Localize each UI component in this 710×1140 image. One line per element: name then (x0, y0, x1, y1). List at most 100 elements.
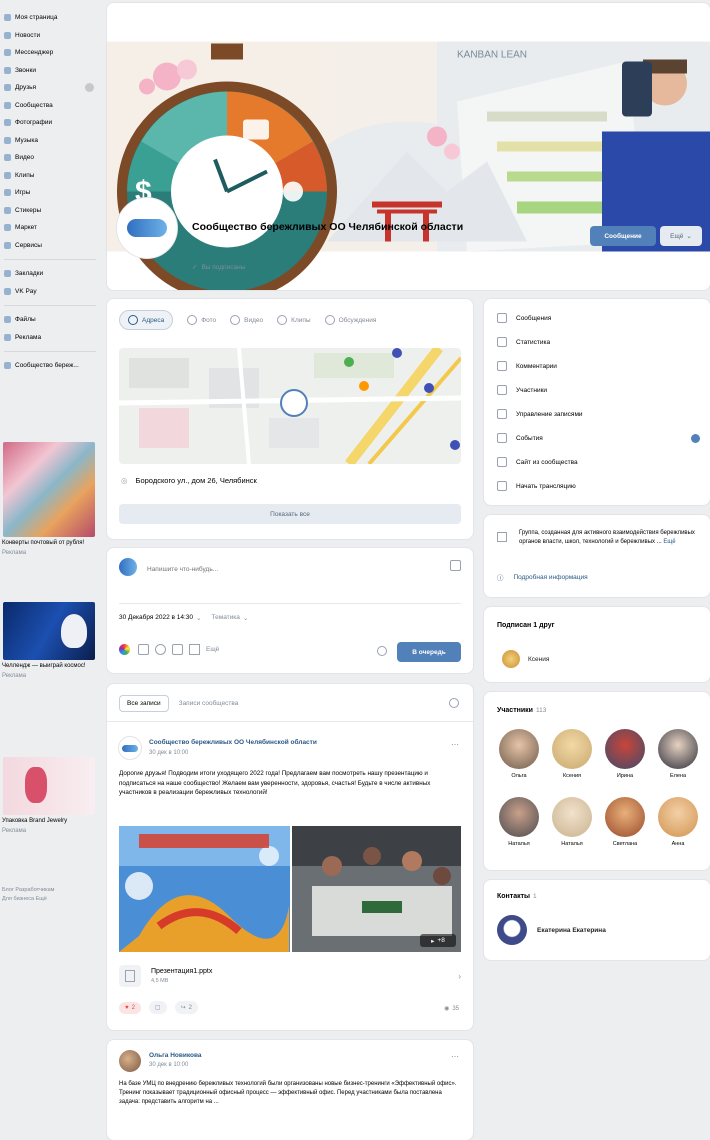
sidebar-item[interactable]: Звонки (0, 62, 100, 80)
sidebar-item-label: Стикеры (15, 206, 42, 214)
tab-photo[interactable]: Фото (187, 315, 216, 325)
attachment[interactable]: Презентация1.pptx 4,5 MB › (119, 961, 461, 991)
smile-icon[interactable] (450, 560, 461, 571)
member-item[interactable]: Ирина (602, 729, 648, 779)
sidebar-item[interactable]: Реклама (0, 329, 100, 347)
ad-title[interactable]: Упаковка Brand Jewelry (0, 815, 98, 825)
tab-label: Фото (201, 316, 217, 324)
post-photo-1[interactable] (119, 826, 290, 952)
video-icon[interactable] (155, 644, 166, 655)
subscribed-status[interactable]: ✓ Вы подписаны (192, 263, 245, 272)
community-avatar[interactable] (117, 198, 177, 258)
contacts-title-row[interactable]: Контакты 1 (497, 893, 537, 900)
admin-menu-item[interactable]: Сообщения (484, 306, 710, 330)
sidebar-item[interactable]: VK Pay (0, 283, 100, 301)
schedule-date[interactable]: 30 Декабря 2022 в 14:30 (119, 614, 193, 622)
post-time[interactable]: 30 дек в 10:00 (149, 750, 188, 756)
tab-community-posts[interactable]: Записи сообщества (179, 700, 239, 707)
post-author-avatar[interactable] (119, 1050, 141, 1072)
show-all-button[interactable]: Показать все (119, 504, 461, 524)
admin-menu-item[interactable]: Статистика (484, 330, 710, 354)
tab-address[interactable]: Адреса (119, 310, 174, 330)
sidebar-item[interactable]: Мессенджер (0, 44, 100, 62)
footer-link[interactable]: Ещё (36, 896, 47, 902)
post-time[interactable]: 30 дек в 10:00 (149, 1062, 188, 1068)
repost-button[interactable]: ↪ 2 (174, 1001, 198, 1014)
admin-menu-item[interactable]: Комментарии (484, 354, 710, 378)
like-button[interactable]: ♥ 2 (119, 1001, 141, 1014)
sidebar-item[interactable]: Клипы (0, 167, 100, 185)
admin-menu-item[interactable]: Управление записями (484, 402, 710, 426)
member-item[interactable]: Ксения (549, 729, 595, 779)
member-item[interactable]: Елена (655, 729, 701, 779)
sidebar-item[interactable]: Видео (0, 149, 100, 167)
ad-block-2[interactable]: Челлендж — выиграй космос! Реклама (0, 602, 98, 680)
post-menu-icon[interactable]: ⋯ (451, 740, 459, 749)
ad-title[interactable]: Конверты почтовый от рубля! (0, 537, 98, 547)
palette-icon[interactable] (119, 644, 130, 655)
music-icon[interactable] (172, 644, 183, 655)
post-menu-icon[interactable]: ⋯ (451, 1052, 459, 1061)
sidebar-item[interactable]: Музыка (0, 132, 100, 150)
ad-block-1[interactable]: Конверты почтовый от рубля! Реклама (0, 442, 98, 557)
post-author[interactable]: Сообщество бережливых ОО Челябинской обл… (149, 739, 317, 746)
tab-video[interactable]: Видео (230, 315, 263, 325)
more-attach[interactable]: Ещё (206, 646, 219, 653)
members-title-row[interactable]: Участники 113 (497, 707, 546, 714)
admin-menu-item[interactable]: Начать трансляцию (484, 474, 710, 498)
ad-image[interactable] (3, 757, 95, 815)
sidebar-item[interactable]: Фотографии (0, 114, 100, 132)
poll-icon[interactable] (189, 644, 200, 655)
contact-item[interactable]: Екатерина Екатерина (497, 915, 606, 945)
about-more-link[interactable]: Ещё (663, 539, 675, 545)
info-link[interactable]: ⓘ Подробная информация (497, 572, 588, 583)
search-icon[interactable] (449, 698, 459, 708)
member-item[interactable]: Анна (655, 797, 701, 847)
sidebar-item[interactable]: Сообщество береж... (0, 357, 100, 375)
ad-image[interactable] (3, 442, 95, 537)
ad-block-3[interactable]: Упаковка Brand Jewelry Реклама (0, 757, 98, 835)
composer-input[interactable] (145, 560, 449, 578)
settings-icon[interactable] (377, 646, 387, 656)
sidebar-item[interactable]: Сообщества (0, 97, 100, 115)
nav-icon (4, 189, 11, 197)
schedule-button[interactable]: В очередь (397, 642, 461, 662)
sidebar-item[interactable]: Закладки (0, 265, 100, 283)
sidebar-item[interactable]: Друзья (0, 79, 100, 97)
friends-title[interactable]: Подписан 1 друг (497, 622, 555, 629)
post-author[interactable]: Ольга Новикова (149, 1052, 202, 1059)
sidebar-item[interactable]: Файлы (0, 311, 100, 329)
message-button[interactable]: Сообщение (590, 226, 656, 246)
sidebar-item[interactable]: Новости (0, 27, 100, 45)
photo-icon[interactable] (138, 644, 149, 655)
sidebar-item[interactable]: Моя страница (0, 9, 100, 27)
ad-image[interactable] (3, 602, 95, 660)
sidebar-item[interactable]: Стикеры (0, 202, 100, 220)
tab-discussions[interactable]: Обсуждения (324, 315, 376, 325)
member-item[interactable]: Ольга (496, 729, 542, 779)
footer-link[interactable]: Разработчикам (15, 887, 54, 893)
sidebar-item[interactable]: Игры (0, 184, 100, 202)
post-author-avatar[interactable] (119, 737, 141, 759)
nav-icon (4, 136, 11, 144)
admin-menu-item[interactable]: События (484, 426, 710, 450)
member-item[interactable]: Наталья (496, 797, 542, 847)
address-row[interactable]: ◎ Бородского ул., дом 26, Челябинск (121, 476, 257, 485)
member-item[interactable]: Наталья (549, 797, 595, 847)
ad-title[interactable]: Челлендж — выиграй космос! (0, 660, 98, 670)
comment-button[interactable]: ▢ (148, 1001, 167, 1014)
sidebar-item[interactable]: Сервисы (0, 237, 100, 255)
admin-menu-item[interactable]: Сайт из сообщества (484, 450, 710, 474)
more-button[interactable]: Ещё ⌄ (660, 226, 702, 246)
topic-select[interactable]: Тематика (212, 614, 240, 622)
tab-all-posts[interactable]: Все записи (119, 695, 169, 712)
friend-item[interactable]: Ксения (502, 650, 549, 668)
member-item[interactable]: Светлана (602, 797, 648, 847)
admin-menu-item[interactable]: Участники (484, 378, 710, 402)
footer-link[interactable]: Блог (2, 887, 14, 893)
tab-clips[interactable]: Клипы (277, 315, 311, 325)
settings-icon[interactable] (85, 83, 94, 93)
map[interactable] (119, 348, 461, 464)
footer-link[interactable]: Для бизнеса (2, 896, 34, 902)
sidebar-item[interactable]: Маркет (0, 219, 100, 237)
